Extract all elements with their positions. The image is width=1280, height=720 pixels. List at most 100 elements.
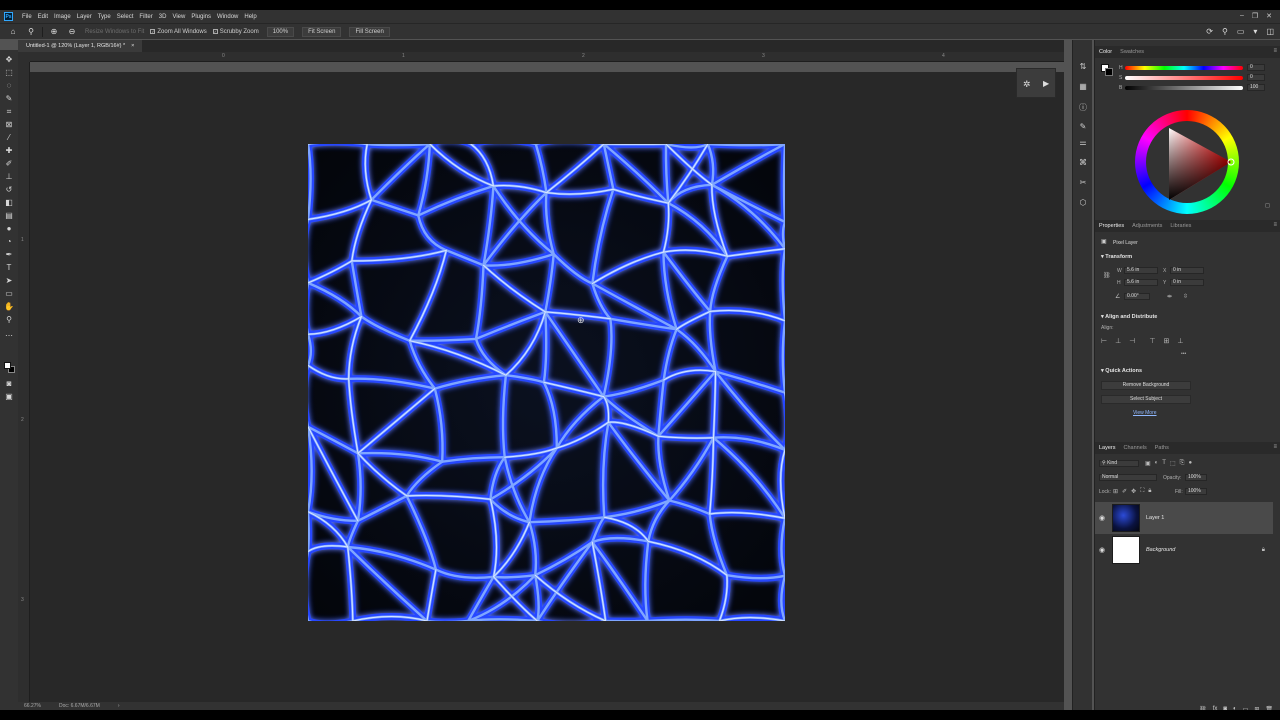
tab-color[interactable]: Color [1095, 49, 1116, 55]
width-field[interactable]: 5.6 in [1124, 267, 1158, 274]
align-middle-v-icon[interactable]: ⊞ [1163, 337, 1169, 345]
lock-transparent-icon[interactable]: ⊞ [1113, 488, 1118, 495]
tools-icon[interactable]: ✂ [1078, 178, 1088, 188]
new-layer-icon[interactable]: ⊞ [1254, 706, 1259, 710]
panel-menu-icon[interactable]: ≡ [1273, 444, 1277, 450]
layer-row[interactable]: ◉ Background 🔒︎ [1095, 534, 1273, 566]
zoom-100-button[interactable]: 100% [266, 26, 295, 37]
add-mask-icon[interactable]: ◙ [1223, 706, 1227, 710]
flip-horizontal-icon[interactable]: ⇹ [1167, 293, 1172, 300]
rectangle-tool-icon[interactable]: ▭ [3, 288, 15, 299]
scrubby-zoom-checkbox[interactable]: ✓ Scrubby Zoom [212, 29, 259, 35]
restore-button[interactable]: ❐ [1252, 12, 1258, 20]
blend-mode-select[interactable]: Normal [1099, 474, 1157, 481]
resize-panel-icon[interactable]: ◻ [1265, 202, 1270, 209]
history-icon[interactable]: ⇅ [1078, 62, 1088, 72]
menu-layer[interactable]: Layer [74, 14, 95, 20]
menu-edit[interactable]: Edit [35, 14, 51, 20]
menu-window[interactable]: Window [214, 14, 241, 20]
align-right-icon[interactable]: ⊣ [1129, 337, 1135, 345]
view-more-link[interactable]: View More [1133, 410, 1157, 416]
healing-brush-tool-icon[interactable]: ✚ [3, 145, 15, 156]
brightness-slider[interactable] [1125, 86, 1243, 90]
tab-libraries[interactable]: Libraries [1166, 223, 1195, 229]
zoom-out-icon[interactable]: ⊖ [67, 27, 77, 37]
history-brush-tool-icon[interactable]: ↺ [3, 184, 15, 195]
panel-menu-icon[interactable]: ≡ [1273, 48, 1277, 54]
document-canvas-image[interactable] [308, 144, 785, 621]
remove-background-button[interactable]: Remove Background [1101, 381, 1191, 390]
delete-layer-icon[interactable]: 🗑︎ [1265, 706, 1273, 710]
path-selection-tool-icon[interactable]: ➤ [3, 275, 15, 286]
crop-tool-icon[interactable]: ⌗ [3, 106, 15, 117]
home-icon[interactable]: ⌂ [8, 27, 18, 37]
lasso-tool-icon[interactable]: ◌ [3, 80, 15, 91]
align-heading[interactable]: ▾ Align and Distribute [1101, 314, 1157, 320]
menu-image[interactable]: Image [51, 14, 74, 20]
eyedropper-tool-icon[interactable]: ⁄ [3, 132, 15, 143]
shape-filter-icon[interactable]: ⬚ [1170, 460, 1176, 467]
more-options[interactable]: ••• [1181, 351, 1186, 357]
play-icon[interactable]: ▶ [1043, 79, 1049, 88]
panel-menu-icon[interactable]: ≡ [1273, 222, 1277, 228]
workspace-icon[interactable]: ▭ [1237, 27, 1245, 36]
clone-stamp-tool-icon[interactable]: ⊥ [3, 171, 15, 182]
blur-tool-icon[interactable]: ● [3, 223, 15, 234]
pen-tool-icon[interactable]: ✒ [3, 249, 15, 260]
brush-tool-icon[interactable]: ✐ [3, 158, 15, 169]
opacity-field[interactable]: 100% [1185, 474, 1207, 481]
menu-file[interactable]: File [19, 14, 35, 20]
tab-swatches[interactable]: Swatches [1116, 49, 1148, 55]
menu-help[interactable]: Help [241, 14, 259, 20]
type-tool-icon[interactable]: T [3, 262, 15, 273]
menu-3d[interactable]: 3D [156, 14, 170, 20]
select-subject-button[interactable]: Select Subject [1101, 395, 1191, 404]
align-left-icon[interactable]: ⊢ [1101, 337, 1107, 345]
angle-field[interactable]: 0.00° [1124, 293, 1150, 300]
menu-plugins[interactable]: Plugins [188, 14, 214, 20]
styles-icon[interactable]: ⌘ [1078, 158, 1088, 168]
align-center-h-icon[interactable]: ⊥ [1115, 337, 1121, 345]
gear-icon[interactable]: ✲ [1023, 79, 1031, 90]
menu-type[interactable]: Type [95, 14, 114, 20]
hue-slider[interactable] [1125, 66, 1243, 70]
foreground-color-swatch[interactable] [4, 362, 11, 369]
arrange-icon[interactable]: ◫ [1266, 27, 1274, 36]
zoom-in-icon[interactable]: ⊕ [49, 27, 59, 37]
eraser-tool-icon[interactable]: ◧ [3, 197, 15, 208]
brush-settings-icon[interactable]: ✎ [1078, 122, 1088, 132]
visibility-eye-icon[interactable]: ◉ [1095, 514, 1109, 522]
document-tab[interactable]: Untitled-1 @ 120% (Layer 1, RGB/16#) * × [18, 40, 143, 52]
layer-row[interactable]: ◉ Layer 1 [1095, 502, 1273, 534]
menu-select[interactable]: Select [114, 14, 137, 20]
new-group-icon[interactable]: ▭ [1243, 706, 1249, 710]
quick-select-tool-icon[interactable]: ✎ [3, 93, 15, 104]
layer-name[interactable]: Background [1146, 547, 1175, 553]
link-layers-icon[interactable]: ⛓ [1199, 706, 1207, 710]
quick-actions-heading[interactable]: ▾ Quick Actions [1101, 368, 1142, 374]
fill-field[interactable]: 100% [1185, 488, 1207, 495]
tab-paths[interactable]: Paths [1151, 445, 1173, 451]
layer-style-icon[interactable]: fx [1213, 706, 1218, 710]
hand-tool-icon[interactable]: ✋ [3, 301, 15, 312]
height-field[interactable]: 5.6 in [1124, 279, 1158, 286]
lock-artboard-icon[interactable]: ⛶ [1140, 488, 1144, 495]
workspace-dropdown-icon[interactable]: ▾ [1253, 27, 1257, 36]
quick-mask-icon[interactable]: ◙ [3, 378, 15, 389]
dodge-tool-icon[interactable]: ◔ [3, 236, 15, 247]
adjustment-filter-icon[interactable]: ◐ [1155, 460, 1159, 467]
tab-channels[interactable]: Channels [1120, 445, 1151, 451]
minimize-button[interactable]: – [1240, 12, 1244, 20]
fill-screen-button[interactable]: Fill Screen [349, 26, 390, 37]
visibility-eye-icon[interactable]: ◉ [1095, 546, 1109, 554]
zoom-tool-icon[interactable]: ⚲ [26, 27, 36, 37]
color-wheel[interactable] [1135, 110, 1239, 214]
hue-value[interactable]: 0 [1247, 64, 1265, 71]
flip-vertical-icon[interactable]: ⇳ [1183, 293, 1188, 300]
share-icon[interactable]: ⟳ [1206, 27, 1213, 36]
tab-properties[interactable]: Properties [1095, 223, 1128, 229]
y-field[interactable]: 0 in [1170, 279, 1204, 286]
zoom-tool-icon[interactable]: ⚲ [3, 314, 15, 325]
tab-layers[interactable]: Layers [1095, 445, 1120, 451]
transform-heading[interactable]: ▾ Transform [1101, 254, 1132, 260]
